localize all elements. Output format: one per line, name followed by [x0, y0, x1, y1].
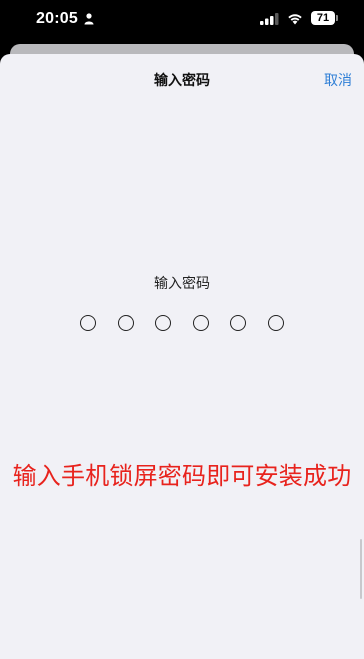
passcode-dots[interactable]: [80, 315, 290, 333]
passcode-dot: [192, 315, 209, 331]
passcode-dot: [80, 315, 96, 331]
passcode-dot: [117, 315, 134, 331]
status-time: 20:05: [36, 10, 78, 27]
scroll-indicator: [360, 539, 362, 599]
status-bar: 20:05 71: [0, 0, 364, 40]
passcode-sheet: 输入密码 取消 输入密码 输入手机锁屏密码即可安装成功: [0, 54, 364, 659]
wifi-icon: [288, 14, 302, 25]
battery-cap: [336, 15, 338, 21]
passcode-prompt: 输入密码: [154, 275, 210, 291]
nav-title: 输入密码: [154, 72, 210, 88]
battery-level: 71: [311, 11, 335, 25]
cellular-signal-icon: [260, 13, 279, 25]
passcode-dot: [230, 315, 246, 331]
passcode-dot: [155, 315, 171, 331]
person-icon: [84, 13, 94, 25]
battery-icon: 71: [311, 11, 338, 25]
cancel-button[interactable]: 取消: [324, 70, 352, 90]
install-hint: 输入手机锁屏密码即可安装成功: [12, 463, 352, 490]
passcode-dot: [267, 315, 284, 331]
